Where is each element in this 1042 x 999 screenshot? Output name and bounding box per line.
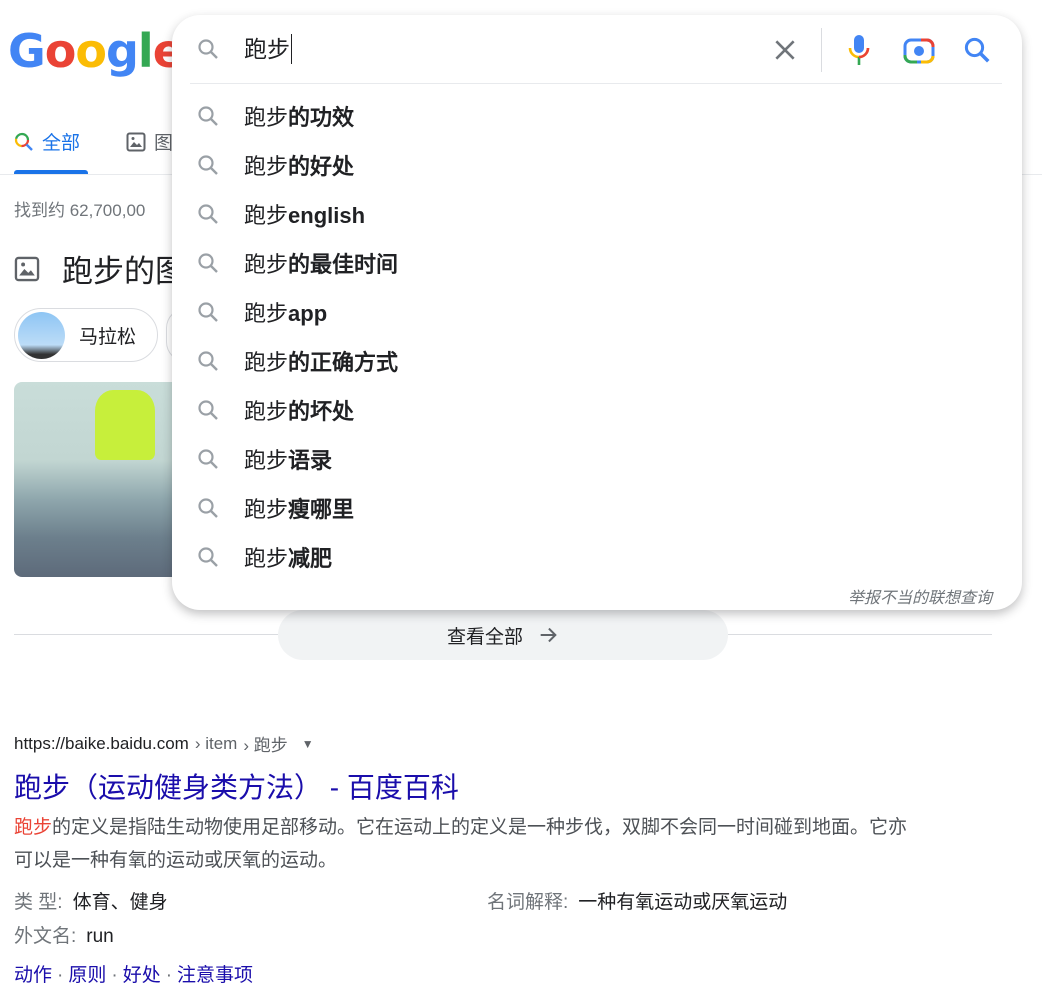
- result-url[interactable]: https://baike.baidu.com › item › 跑步 ▼: [14, 731, 314, 756]
- suggestion-text: 跑步的正确方式: [244, 349, 399, 375]
- images-heading-text: 跑步的图: [62, 254, 186, 289]
- search-icon: [198, 39, 218, 59]
- search-icon: [198, 546, 218, 567]
- divider: [190, 83, 1002, 84]
- suggestion-item[interactable]: 跑步瘦哪里: [172, 483, 1022, 532]
- image-icon: [126, 132, 146, 151]
- url-domain: https://baike.baidu.com: [14, 733, 189, 753]
- suggestion-text: 跑步的好处: [244, 153, 355, 179]
- suggestion-item[interactable]: 跑步的功效: [172, 91, 1022, 140]
- search-icon: [198, 301, 218, 322]
- divider: [728, 634, 992, 635]
- suggestion-text: 跑步瘦哪里: [244, 496, 355, 522]
- sitelink[interactable]: 动作: [14, 965, 52, 986]
- search-submit-icon[interactable]: [962, 35, 992, 65]
- camera-lens-icon[interactable]: [903, 35, 935, 65]
- url-path: › 跑步: [243, 736, 288, 755]
- suggestion-item[interactable]: 跑步的正确方式: [172, 336, 1022, 385]
- images-heading: 跑步的图: [14, 246, 186, 291]
- snippet-text: 的定义是指陆生动物使用足部移动。它在运动上的定义是一种步伐，双脚不会同一时间碰到…: [14, 817, 908, 871]
- sitelink[interactable]: 注意事项: [177, 965, 253, 986]
- suggestion-text: 跑步app: [244, 300, 328, 326]
- arrow-right-icon: [540, 627, 557, 643]
- tab-label: 图: [154, 133, 174, 154]
- search-icon: [198, 448, 218, 469]
- sitelink[interactable]: 原则: [68, 965, 106, 986]
- tab-all[interactable]: 全部: [14, 128, 80, 155]
- search-input[interactable]: 跑步: [244, 34, 292, 64]
- see-all-button[interactable]: 查看全部: [278, 610, 728, 660]
- suggestion-item[interactable]: 跑步english: [172, 189, 1022, 238]
- google-logo[interactable]: Google: [8, 24, 184, 78]
- divider: [821, 28, 822, 72]
- runner-figure: [95, 390, 155, 460]
- search-box[interactable]: 跑步: [172, 15, 1022, 83]
- report-suggestions-link[interactable]: 举报不当的联想查询: [848, 584, 992, 608]
- tab-label: 全部: [42, 133, 81, 154]
- suggestion-item[interactable]: 跑步app: [172, 287, 1022, 336]
- search-icon: [198, 350, 218, 371]
- suggestion-text: 跑步english: [244, 202, 366, 228]
- search-icon: [198, 252, 218, 273]
- caret-down-icon[interactable]: ▼: [302, 737, 314, 751]
- fact-foreign-name: 外文名: run: [14, 926, 114, 947]
- sitelink[interactable]: 好处: [123, 965, 161, 986]
- suggestion-text: 跑步的最佳时间: [244, 251, 399, 277]
- suggestion-text: 跑步减肥: [244, 545, 333, 571]
- suggestion-item[interactable]: 跑步语录: [172, 434, 1022, 483]
- sitelinks: 动作 · 原则 · 好处 · 注意事项: [14, 965, 254, 986]
- search-icon: [198, 399, 218, 420]
- suggestion-item[interactable]: 跑步减肥: [172, 532, 1022, 581]
- url-path: › item: [194, 733, 238, 753]
- suggestion-item[interactable]: 跑步的最佳时间: [172, 238, 1022, 287]
- chip-thumbnail: [18, 311, 65, 359]
- image-icon: [14, 256, 40, 281]
- result-count: 找到约 62,700,00: [14, 201, 146, 220]
- fact-type: 类 型: 体育、健身: [14, 892, 168, 913]
- fact-definition: 名词解释: 一种有氧运动或厌氧运动: [487, 892, 788, 913]
- microphone-icon[interactable]: [846, 33, 872, 67]
- clear-icon[interactable]: [772, 37, 798, 63]
- result-snippet: 跑步的定义是指陆生动物使用足部移动。它在运动上的定义是一种步伐，双脚不会同一时间…: [14, 811, 914, 877]
- suggestion-text: 跑步的坏处: [244, 398, 355, 424]
- suggestion-text: 跑步的功效: [244, 104, 355, 130]
- chip-marathon[interactable]: 马拉松: [14, 308, 158, 362]
- divider: [14, 634, 278, 635]
- suggestion-item[interactable]: 跑步的坏处: [172, 385, 1022, 434]
- see-all-label: 查看全部: [446, 626, 523, 648]
- result-title-link[interactable]: 跑步（运动健身类方法） - 百度百科: [14, 766, 459, 806]
- search-icon: [198, 203, 218, 224]
- snippet-highlight: 跑步: [14, 817, 53, 838]
- tab-images[interactable]: 图: [126, 128, 173, 155]
- suggestion-text: 跑步语录: [244, 447, 333, 473]
- search-autocomplete-dropdown: 跑步 跑步的功效跑步的好处跑步english 跑步的最佳时间 跑步app 跑步的正确方…: [172, 15, 1022, 610]
- search-icon: [198, 497, 218, 518]
- search-icon: [198, 154, 218, 175]
- suggestion-item[interactable]: 跑步的好处: [172, 140, 1022, 189]
- search-icon: [198, 105, 218, 126]
- chip-label: 马拉松: [79, 326, 137, 348]
- search-icon: [14, 132, 33, 151]
